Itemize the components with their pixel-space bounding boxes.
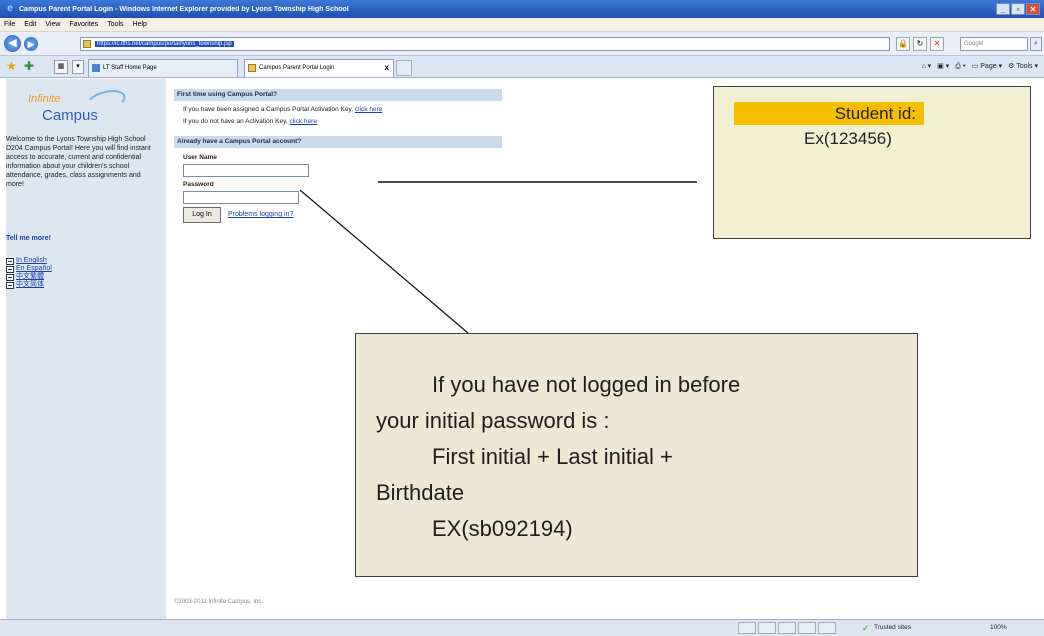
language-flag-icon: [6, 265, 14, 273]
tab-campus-parent-portal[interactable]: Campus Parent Portal Login x: [244, 59, 394, 77]
tab-lt-staff-home[interactable]: LT Staff Home Page: [88, 59, 238, 77]
close-window-button[interactable]: ✕: [1026, 3, 1040, 15]
language-list: In English En Español 中文繁體 中文简体: [6, 257, 52, 289]
tell-me-more-link[interactable]: Tell me more!: [6, 235, 51, 242]
back-icon[interactable]: ◀: [4, 35, 21, 52]
lang-spanish-link[interactable]: En Español: [6, 265, 52, 273]
refresh-icon[interactable]: ↻: [913, 37, 927, 51]
feeds-icon[interactable]: ▣ ▾: [937, 60, 949, 74]
activation-click-here-link[interactable]: click here: [355, 106, 382, 113]
status-cell: [738, 622, 756, 634]
menu-help[interactable]: Help: [133, 21, 147, 28]
language-flag-icon: [6, 273, 14, 281]
tab-page-icon: [92, 64, 100, 72]
address-bar: ◀ ▶ https://ic.lths.net/campus/portal/ly…: [0, 32, 1044, 56]
status-cell: [798, 622, 816, 634]
menu-favorites[interactable]: Favorites: [69, 21, 98, 28]
window-controls: _ ▫ ✕: [996, 3, 1040, 15]
lock-icon[interactable]: 🔒: [896, 37, 910, 51]
tools-menu[interactable]: ⚙ Tools ▾: [1008, 60, 1038, 74]
activation-text-1: If you have been assigned a Campus Porta…: [183, 106, 354, 113]
status-cell: [778, 622, 796, 634]
menu-view[interactable]: View: [45, 21, 60, 28]
status-cell: [818, 622, 836, 634]
student-id-label: Student id:: [734, 102, 924, 125]
command-bar: ⌂ ▾ ▣ ▾ ⎙ ▾ ▭ Page ▾ ⚙ Tools ▾: [921, 60, 1038, 74]
quick-tabs-icon[interactable]: ▾: [72, 60, 84, 74]
language-flag-icon: [6, 257, 14, 265]
activation-text-2: If you do not have an Activation Key,: [183, 118, 288, 125]
activation-line-2: If you do not have an Activation Key, cl…: [183, 118, 317, 125]
logo-text-top: Infinite: [28, 93, 61, 105]
menu-bar: File Edit View Favorites Tools Help: [0, 18, 1044, 32]
page-icon: [83, 40, 91, 48]
username-label: User Name: [183, 154, 217, 161]
page-menu[interactable]: ▭ Page ▾: [972, 60, 1002, 74]
status-cell: [758, 622, 776, 634]
address-input[interactable]: https://ic.lths.net/campus/portal/lyons_…: [80, 37, 890, 51]
activation-line-1: If you have been assigned a Campus Porta…: [183, 106, 382, 113]
tab-bar: ★ ✚ ▦ ▾ LT Staff Home Page Campus Parent…: [0, 56, 1044, 78]
address-tools: 🔒 ↻ ✕: [896, 37, 944, 51]
security-zone[interactable]: Trusted sites: [860, 622, 911, 634]
lang-label: En Español: [16, 265, 52, 272]
zoom-level[interactable]: 100%: [990, 622, 1007, 634]
window-titlebar: e Campus Parent Portal Login - Windows I…: [0, 0, 1044, 18]
screenshot-root: e Campus Parent Portal Login - Windows I…: [0, 0, 1044, 636]
lang-chinese-traditional-link[interactable]: 中文繁體: [6, 273, 52, 281]
no-activation-click-here-link[interactable]: click here: [289, 118, 316, 125]
login-button[interactable]: Log In: [183, 207, 221, 223]
username-input[interactable]: [183, 164, 309, 177]
tab-label: LT Staff Home Page: [103, 65, 157, 71]
tab-page-icon: [248, 64, 256, 72]
home-icon[interactable]: ⌂ ▾: [921, 60, 931, 74]
first-time-header: First time using Campus Portal?: [174, 89, 502, 101]
student-id-callout: Student id: Ex(123456): [713, 86, 1031, 239]
tools-menu-label: Tools: [1016, 63, 1033, 70]
account-header: Already have a Campus Portal account?: [174, 136, 502, 148]
window-title: Campus Parent Portal Login - Windows Int…: [19, 5, 349, 13]
welcome-text: Welcome to the Lyons Township High Schoo…: [6, 136, 151, 188]
initial-password-callout: If you have not logged in before your in…: [355, 333, 918, 577]
lang-label: 中文繁體: [16, 273, 44, 280]
tab-close-icon[interactable]: x: [385, 60, 389, 76]
stop-icon[interactable]: ✕: [930, 37, 944, 51]
password-example: EX(sb092194): [432, 516, 573, 541]
menu-file[interactable]: File: [4, 21, 15, 28]
password-instruction-line: If you have not logged in before: [432, 372, 741, 397]
student-id-example: Ex(123456): [804, 129, 892, 148]
print-icon[interactable]: ⎙ ▾: [955, 60, 966, 74]
menu-edit[interactable]: Edit: [24, 21, 36, 28]
forward-icon[interactable]: ▶: [24, 37, 38, 51]
portal-sidebar: Infinite Campus Welcome to the Lyons Tow…: [6, 79, 166, 619]
status-cells: [738, 622, 836, 634]
password-input[interactable]: [183, 191, 299, 204]
password-instruction-line: First initial + Last initial +: [432, 444, 673, 469]
new-tab-button[interactable]: [396, 60, 412, 76]
lang-label: In English: [16, 257, 47, 264]
password-instruction-line: your initial password is :: [376, 408, 610, 433]
minimize-button[interactable]: _: [996, 3, 1010, 15]
favorites-star-icon[interactable]: ★: [6, 59, 20, 73]
language-flag-icon: [6, 281, 14, 289]
tab-list-icon[interactable]: ▦: [54, 60, 68, 74]
search-icon[interactable]: ⌕: [1030, 37, 1042, 51]
infinite-campus-logo: Infinite Campus: [28, 86, 138, 127]
status-bar: Trusted sites 100%: [0, 619, 1044, 636]
ie-logo-icon: e: [7, 3, 13, 14]
lang-english-link[interactable]: In English: [6, 257, 52, 265]
menu-tools[interactable]: Tools: [107, 21, 123, 28]
password-label: Password: [183, 181, 214, 188]
password-instruction-line: Birthdate: [376, 480, 465, 505]
lang-label: 中文简体: [16, 281, 44, 288]
page-menu-label: Page: [980, 63, 997, 70]
add-favorite-icon[interactable]: ✚: [24, 59, 38, 73]
search-input[interactable]: Google: [960, 37, 1028, 51]
tab-label: Campus Parent Portal Login: [259, 65, 335, 71]
address-url: https://ic.lths.net/campus/portal/lyons_…: [95, 41, 234, 47]
restore-button[interactable]: ▫: [1011, 3, 1025, 15]
copyright-text: ©2003-2011 Infinite Campus, Inc.: [174, 599, 264, 605]
lang-chinese-simplified-link[interactable]: 中文简体: [6, 281, 52, 289]
problems-logging-in-link[interactable]: Problems logging in?: [228, 211, 293, 218]
